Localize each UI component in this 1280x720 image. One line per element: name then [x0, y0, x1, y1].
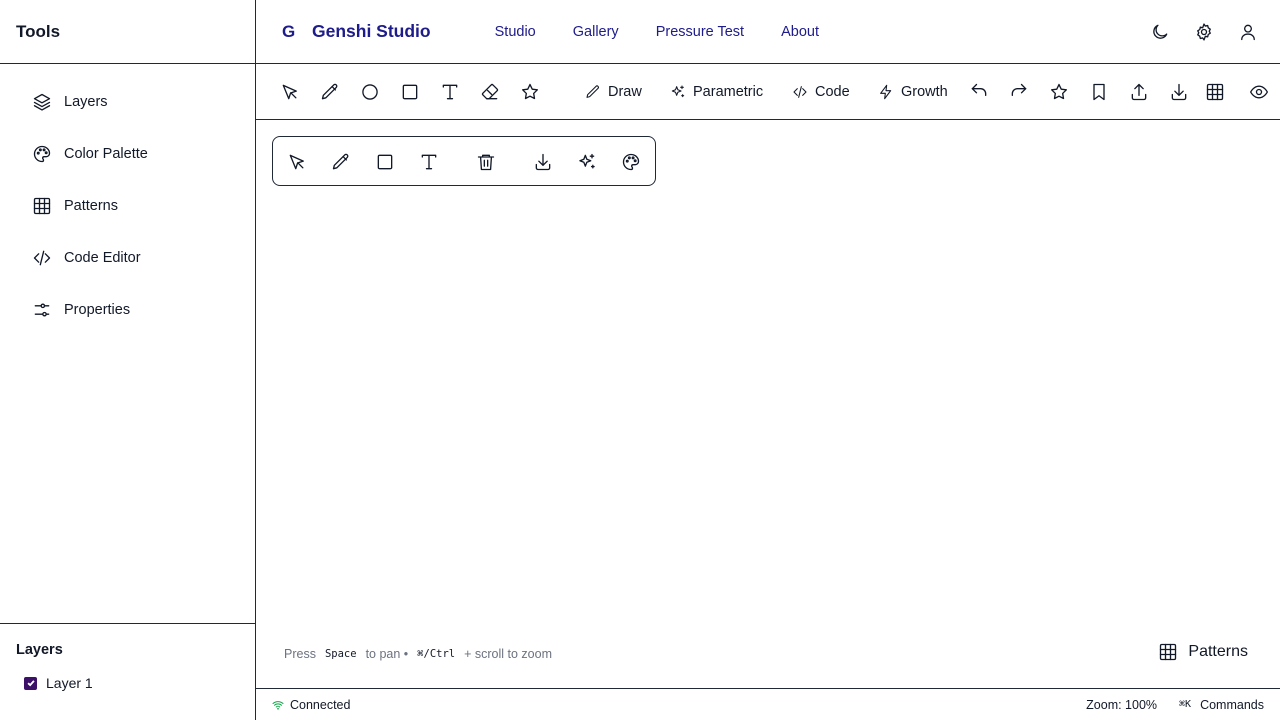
upload-icon[interactable] — [1129, 82, 1149, 102]
text-icon[interactable] — [440, 82, 460, 102]
square-icon[interactable] — [375, 152, 395, 172]
download-icon[interactable] — [533, 152, 553, 172]
layers-panel-title: Layers — [16, 642, 63, 658]
sidebar-item-code-editor[interactable]: Code Editor — [0, 232, 255, 284]
grid-icon — [1158, 642, 1178, 662]
drawing-canvas[interactable]: Press Space to pan • ⌘/Ctrl + scroll to … — [256, 120, 1280, 688]
status-bar: Connected Zoom: 100% ⌘K Commands — [256, 688, 1280, 720]
mode-code-button[interactable]: Code — [792, 82, 850, 102]
square-icon[interactable] — [400, 82, 420, 102]
sidebar-item-label: Layers — [64, 94, 108, 110]
nav-link-pressure-test[interactable]: Pressure Test — [656, 24, 744, 40]
sliders-icon — [32, 300, 52, 320]
connection-status: Connected — [272, 698, 350, 712]
grid-icon — [32, 196, 52, 216]
pencil-icon[interactable] — [320, 82, 340, 102]
sidebar-item-label: Code Editor — [64, 250, 141, 266]
wifi-icon — [272, 699, 284, 711]
sidebar-nav: Layers Color Palette Patterns Code Edito… — [0, 64, 255, 336]
mode-growth-button[interactable]: Growth — [878, 82, 948, 102]
hint-key-ctrl: ⌘/Ctrl — [417, 648, 456, 660]
nav-link-gallery[interactable]: Gallery — [573, 24, 619, 40]
eraser-icon[interactable] — [480, 82, 500, 102]
download-icon[interactable] — [1169, 82, 1189, 102]
mode-parametric-button[interactable]: Parametric — [670, 82, 763, 102]
eye-icon[interactable] — [1249, 82, 1269, 102]
header-actions — [1126, 22, 1258, 42]
grid-icon[interactable] — [1205, 82, 1225, 102]
nav-link-about[interactable]: About — [781, 24, 819, 40]
patterns-button-label: Patterns — [1188, 643, 1248, 660]
hint-to-pan: to pan • — [365, 647, 409, 661]
commands-button[interactable]: Commands — [1200, 698, 1264, 712]
star-icon[interactable] — [1049, 82, 1069, 102]
layer-visibility-checkbox[interactable] — [24, 676, 37, 690]
nav-link-studio[interactable]: Studio — [495, 24, 536, 40]
hint-key-space: Space — [324, 648, 357, 660]
mode-label: Growth — [901, 84, 948, 100]
trash-icon[interactable] — [476, 152, 496, 172]
zoom-level: Zoom: 100% — [1086, 697, 1158, 712]
connection-label: Connected — [290, 697, 351, 712]
sidebar-title: Tools — [16, 21, 61, 41]
circle-icon[interactable] — [360, 82, 380, 102]
sidebar: Tools Layers Color Palette Patterns Code… — [0, 0, 256, 720]
sidebar-item-layers[interactable]: Layers — [0, 76, 255, 128]
mode-draw-button[interactable]: Draw — [585, 82, 642, 102]
mode-label: Draw — [608, 84, 642, 100]
user-icon[interactable] — [1238, 22, 1258, 42]
sidebar-item-label: Properties — [64, 302, 131, 318]
moon-icon[interactable] — [1150, 22, 1170, 42]
layers-panel: Layers Layer 1 — [0, 623, 255, 720]
redo-icon[interactable] — [1009, 82, 1029, 102]
code-icon — [32, 248, 52, 268]
text-icon[interactable] — [419, 152, 439, 172]
select-icon[interactable] — [280, 82, 300, 102]
header: G Genshi Studio Studio Gallery Pressure … — [256, 0, 1280, 64]
gear-icon[interactable] — [1194, 22, 1214, 42]
layer-row[interactable]: Layer 1 — [16, 675, 239, 691]
palette-icon[interactable] — [621, 152, 641, 172]
sidebar-item-patterns[interactable]: Patterns — [0, 180, 255, 232]
layer-label: Layer 1 — [46, 675, 93, 691]
pencil-icon[interactable] — [331, 152, 351, 172]
zap-icon — [878, 84, 894, 100]
mode-label: Code — [815, 84, 850, 100]
hint-press: Press — [284, 647, 316, 661]
layers-icon — [32, 92, 52, 112]
bookmark-icon[interactable] — [1089, 82, 1109, 102]
pencil-icon — [585, 84, 601, 100]
top-nav: Studio Gallery Pressure Test About — [495, 24, 856, 40]
sparkles-icon — [670, 84, 686, 100]
sidebar-item-label: Patterns — [64, 198, 118, 214]
patterns-button[interactable]: Patterns — [1158, 642, 1248, 662]
toolbar: Draw Parametric Code Growth — [256, 64, 1280, 120]
brand-logo: G — [282, 21, 296, 41]
canvas-hint: Press Space to pan • ⌘/Ctrl + scroll to … — [284, 647, 552, 661]
select-icon[interactable] — [287, 152, 307, 172]
sparkles-icon[interactable] — [577, 152, 597, 172]
palette-icon — [32, 144, 52, 164]
undo-icon[interactable] — [969, 82, 989, 102]
floating-toolbar — [272, 136, 656, 186]
hint-scroll: + scroll to zoom — [464, 647, 552, 661]
sidebar-item-properties[interactable]: Properties — [0, 284, 255, 336]
commands-shortcut: ⌘K — [1179, 699, 1192, 710]
star-icon[interactable] — [520, 82, 540, 102]
status-right: Zoom: 100% ⌘K Commands — [1086, 698, 1264, 712]
sidebar-item-label: Color Palette — [64, 146, 148, 162]
mode-label: Parametric — [693, 84, 764, 100]
code-icon — [792, 84, 808, 100]
brand-name: Genshi Studio — [312, 21, 431, 41]
sidebar-item-color-palette[interactable]: Color Palette — [0, 128, 255, 180]
sidebar-header: Tools — [0, 0, 255, 64]
brand[interactable]: G Genshi Studio — [282, 21, 431, 42]
